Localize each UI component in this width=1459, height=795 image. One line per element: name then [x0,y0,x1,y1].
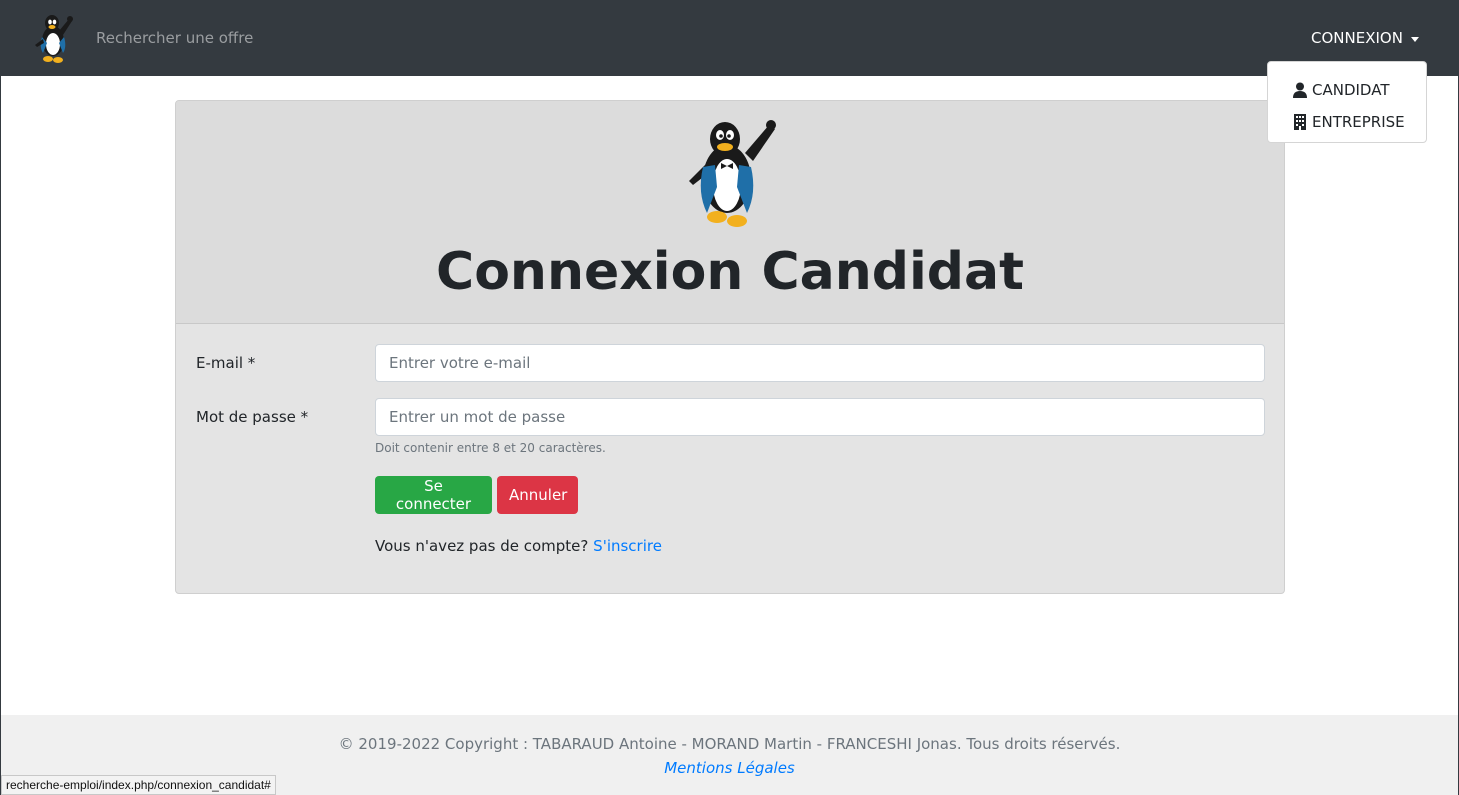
copyright-text: © 2019-2022 Copyright : TABARAUD Antoine… [338,735,1121,753]
signup-text: Vous n'avez pas de compte? [375,537,589,555]
user-icon [1293,82,1307,98]
navbar: Rechercher une offre CONNEXION [1,1,1458,76]
connexion-label: CONNEXION [1311,29,1403,47]
cancel-button[interactable]: Annuler [497,476,578,514]
page-title: Connexion Candidat [436,242,1024,302]
card-header: Connexion Candidat [176,101,1284,324]
login-card: Connexion Candidat E-mail * Mot de passe… [175,100,1285,594]
password-label: Mot de passe * [196,408,309,426]
connexion-dropdown-menu: CANDIDAT ENTREPRISE [1267,61,1427,143]
dropdown-item-label: ENTREPRISE [1312,113,1405,131]
tux-waving-icon [681,117,781,229]
connexion-dropdown-toggle[interactable]: CONNEXION [1311,29,1419,47]
login-button[interactable]: Se connecter [375,476,492,514]
tux-logo-icon[interactable] [31,13,75,65]
email-label: E-mail * [196,354,256,372]
password-help-text: Doit contenir entre 8 et 20 caractères. [375,441,606,455]
signup-link[interactable]: S'inscrire [593,537,662,555]
browser-status-url: recherche-emploi/index.php/connexion_can… [1,775,276,795]
dropdown-item-label: CANDIDAT [1312,81,1390,99]
signup-prompt: Vous n'avez pas de compte? S'inscrire [375,537,662,555]
dropdown-item-entreprise[interactable]: ENTREPRISE [1268,106,1426,138]
dropdown-item-candidat[interactable]: CANDIDAT [1268,74,1426,106]
password-field[interactable] [375,398,1265,436]
email-field[interactable] [375,344,1265,382]
search-offer-link[interactable]: Rechercher une offre [96,29,253,47]
building-icon [1294,114,1306,130]
caret-down-icon [1410,36,1419,42]
